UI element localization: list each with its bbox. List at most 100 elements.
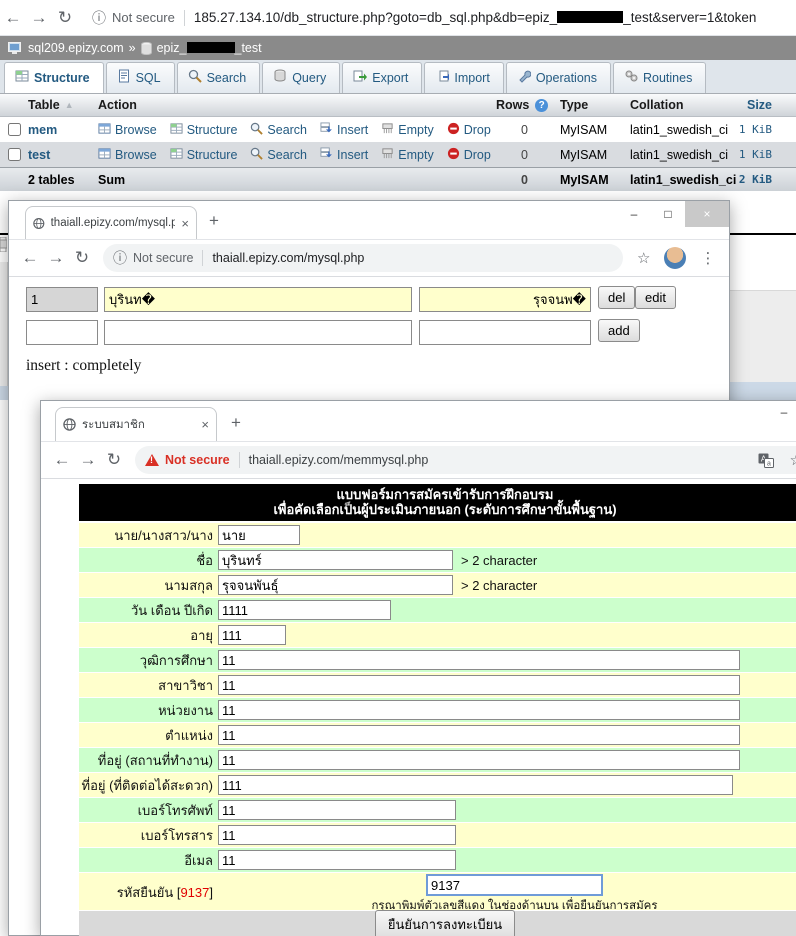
- pma-tab-search[interactable]: Search: [177, 62, 261, 93]
- minimize-icon[interactable]: –: [767, 405, 796, 419]
- forward-icon[interactable]: →: [75, 450, 101, 470]
- table-size[interactable]: 1 KiB: [728, 148, 796, 161]
- page-info-icon[interactable]: ⓘ: [113, 248, 127, 268]
- page-info-icon[interactable]: ⓘ: [92, 8, 106, 28]
- form-input[interactable]: [218, 525, 300, 545]
- warning-icon[interactable]: [145, 454, 159, 466]
- form-input[interactable]: [218, 725, 740, 745]
- popup2-tab[interactable]: ระบบสมาชิก ×: [55, 407, 217, 441]
- svg-text:a: a: [767, 460, 771, 467]
- close-icon[interactable]: ×: [685, 201, 729, 227]
- new-surname-input[interactable]: [419, 320, 591, 345]
- form-input[interactable]: [218, 625, 286, 645]
- pma-tab-structure[interactable]: Structure: [4, 62, 104, 93]
- add-button[interactable]: add: [598, 319, 640, 342]
- tab-close-icon[interactable]: ×: [181, 216, 189, 231]
- action-insert[interactable]: Insert: [320, 122, 368, 138]
- table-size[interactable]: 1 KiB: [728, 123, 796, 136]
- reload-icon[interactable]: ↻: [52, 8, 78, 28]
- minimize-icon[interactable]: –: [617, 201, 651, 227]
- column-rows[interactable]: Rows?: [496, 98, 554, 112]
- record-name-input[interactable]: [104, 287, 412, 312]
- popup1-omnibox[interactable]: ⓘ Not secure thaiall.epizy.com/mysql.php: [103, 244, 623, 272]
- new-id-input[interactable]: [26, 320, 98, 345]
- edit-button[interactable]: edit: [635, 286, 676, 309]
- pma-tab-sql[interactable]: SQL: [106, 62, 175, 93]
- submit-button[interactable]: ยืนยันการลงทะเบียน: [375, 910, 515, 936]
- form-title: แบบฟอร์มการสมัครเข้ารับการฝึกอบรม เพื่อค…: [79, 484, 796, 521]
- popup1-tab[interactable]: thaiall.epizy.com/mysql.php ×: [25, 206, 197, 239]
- reload-icon[interactable]: ↻: [101, 450, 127, 470]
- new-tab-icon[interactable]: +: [231, 413, 241, 433]
- not-secure-label[interactable]: Not secure: [112, 10, 175, 25]
- pma-tab-export[interactable]: Export: [342, 62, 422, 93]
- column-collation[interactable]: Collation: [630, 98, 728, 112]
- action-search[interactable]: Search: [250, 147, 307, 163]
- column-size[interactable]: Size: [728, 98, 796, 112]
- breadcrumb-database[interactable]: epiz__test: [157, 41, 262, 55]
- pma-tab-operations[interactable]: Operations: [506, 62, 611, 93]
- action-structure[interactable]: Structure: [170, 147, 238, 163]
- column-type[interactable]: Type: [554, 98, 630, 112]
- action-browse[interactable]: Browse: [98, 147, 157, 163]
- maximize-icon[interactable]: □: [651, 201, 685, 227]
- help-icon[interactable]: ?: [535, 99, 548, 112]
- popup2-tabstrip: ระบบสมาชิก × + –: [41, 401, 796, 441]
- action-empty[interactable]: Empty: [381, 122, 433, 138]
- record-id-input[interactable]: [26, 287, 98, 312]
- back-icon[interactable]: ←: [17, 248, 43, 268]
- form-input[interactable]: [218, 750, 740, 770]
- form-input[interactable]: [218, 775, 733, 795]
- new-name-input[interactable]: [104, 320, 412, 345]
- profile-avatar[interactable]: [664, 247, 686, 269]
- address-url[interactable]: 185.27.134.10/db_structure.php?goto=db_s…: [194, 10, 796, 25]
- form-input[interactable]: [218, 675, 740, 695]
- main-browser-toolbar: ← → ↻ ⓘ Not secure 185.27.134.10/db_stru…: [0, 0, 796, 36]
- action-drop[interactable]: Drop: [447, 122, 491, 138]
- form-row-label: วุฒิการศึกษา: [79, 650, 218, 671]
- form-input[interactable]: [218, 550, 453, 570]
- delete-button[interactable]: del: [598, 286, 635, 309]
- popup2-omnibox[interactable]: Not secure thaiall.epizy.com/memmysql.ph…: [135, 446, 796, 474]
- record-surname-input[interactable]: [419, 287, 591, 312]
- menu-dots-icon[interactable]: ⋮: [700, 249, 715, 267]
- action-drop[interactable]: Drop: [447, 147, 491, 163]
- action-empty[interactable]: Empty: [381, 147, 433, 163]
- new-tab-icon[interactable]: +: [209, 211, 219, 231]
- tab-close-icon[interactable]: ×: [201, 417, 209, 432]
- address-url[interactable]: thaiall.epizy.com/mysql.php: [212, 251, 364, 265]
- pma-tab-query[interactable]: Query: [262, 62, 340, 93]
- forward-icon[interactable]: →: [43, 248, 69, 268]
- row-checkbox[interactable]: [8, 123, 21, 136]
- action-browse[interactable]: Browse: [98, 122, 157, 138]
- form-input[interactable]: [218, 575, 453, 595]
- address-url[interactable]: thaiall.epizy.com/memmysql.php: [249, 453, 429, 467]
- action-structure[interactable]: Structure: [170, 122, 238, 138]
- form-input[interactable]: [218, 825, 456, 845]
- reload-icon[interactable]: ↻: [69, 248, 95, 268]
- row-checkbox[interactable]: [8, 148, 21, 161]
- status-message: insert : completely: [26, 357, 141, 375]
- form-input[interactable]: [218, 700, 740, 720]
- column-table[interactable]: Table▲: [28, 98, 98, 112]
- not-secure-label[interactable]: Not secure: [133, 251, 193, 265]
- translate-icon[interactable]: Aa: [758, 453, 774, 468]
- forward-icon[interactable]: →: [26, 8, 52, 28]
- breadcrumb-server[interactable]: sql209.epizy.com: [28, 41, 124, 55]
- bookmark-star-icon[interactable]: ☆: [790, 451, 796, 469]
- form-input[interactable]: [218, 600, 391, 620]
- form-input[interactable]: [218, 650, 740, 670]
- verify-input[interactable]: [426, 874, 603, 896]
- table-name[interactable]: mem: [28, 123, 98, 137]
- bookmark-star-icon[interactable]: ☆: [637, 249, 650, 267]
- back-icon[interactable]: ←: [0, 8, 26, 28]
- table-name[interactable]: test: [28, 148, 98, 162]
- pma-tab-routines[interactable]: Routines: [613, 62, 706, 93]
- form-input[interactable]: [218, 850, 456, 870]
- back-icon[interactable]: ←: [49, 450, 75, 470]
- not-secure-label[interactable]: Not secure: [165, 453, 230, 467]
- pma-tab-import[interactable]: Import: [424, 62, 503, 93]
- action-insert[interactable]: Insert: [320, 147, 368, 163]
- action-search[interactable]: Search: [250, 122, 307, 138]
- form-input[interactable]: [218, 800, 456, 820]
